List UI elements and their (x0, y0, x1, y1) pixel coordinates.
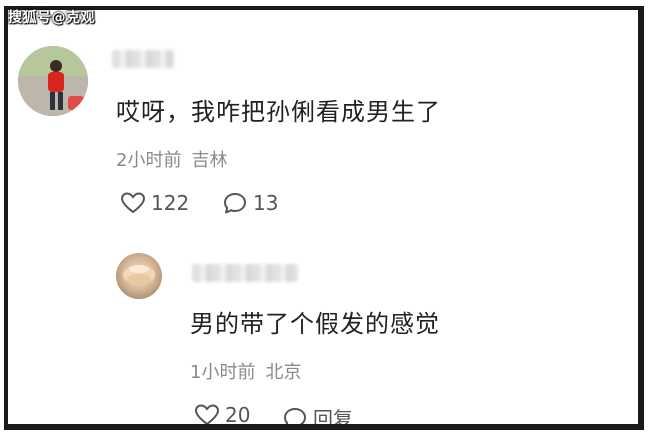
reply-like-count: 20 (225, 403, 251, 427)
comment-text: 哎呀，我咋把孙俐看成男生了 (116, 98, 441, 126)
comment-meta: 2小时前 吉林 (116, 146, 227, 172)
comment-like-count: 122 (151, 191, 190, 215)
comment-location: 吉林 (191, 150, 228, 171)
comment-reply-count: 13 (253, 191, 279, 215)
reply-time: 1小时前 (190, 362, 256, 383)
reply-button-label: 回复 (313, 407, 353, 430)
heart-icon (120, 192, 146, 214)
chat-bubble-icon (284, 407, 306, 424)
comment-like-button[interactable]: 122 (120, 191, 189, 215)
source-watermark: 搜狐号@克观 (8, 10, 95, 26)
chat-bubble-icon (224, 193, 246, 214)
reply-meta: 1小时前 北京 (190, 358, 301, 384)
replier-avatar[interactable] (116, 253, 162, 299)
commenter-avatar[interactable] (18, 46, 88, 116)
reply-like-button[interactable]: 20 (194, 403, 251, 427)
commenter-username-blurred (112, 50, 174, 68)
avatar-photo-icon (18, 46, 88, 116)
comment-time: 2小时前 (116, 150, 182, 171)
comment-reply-count-button[interactable]: 13 (222, 191, 278, 215)
reply-button[interactable]: 回复 (282, 403, 353, 430)
reply-location: 北京 (265, 362, 302, 383)
comment-screenshot-frame: 哎呀，我咋把孙俐看成男生了 2小时前 吉林 122 13 男的带了个假发的感觉 1… (4, 6, 644, 430)
heart-icon (194, 404, 220, 424)
replier-username-blurred (192, 264, 298, 282)
avatar-photo-icon (123, 265, 155, 286)
reply-text: 男的带了个假发的感觉 (190, 310, 440, 338)
